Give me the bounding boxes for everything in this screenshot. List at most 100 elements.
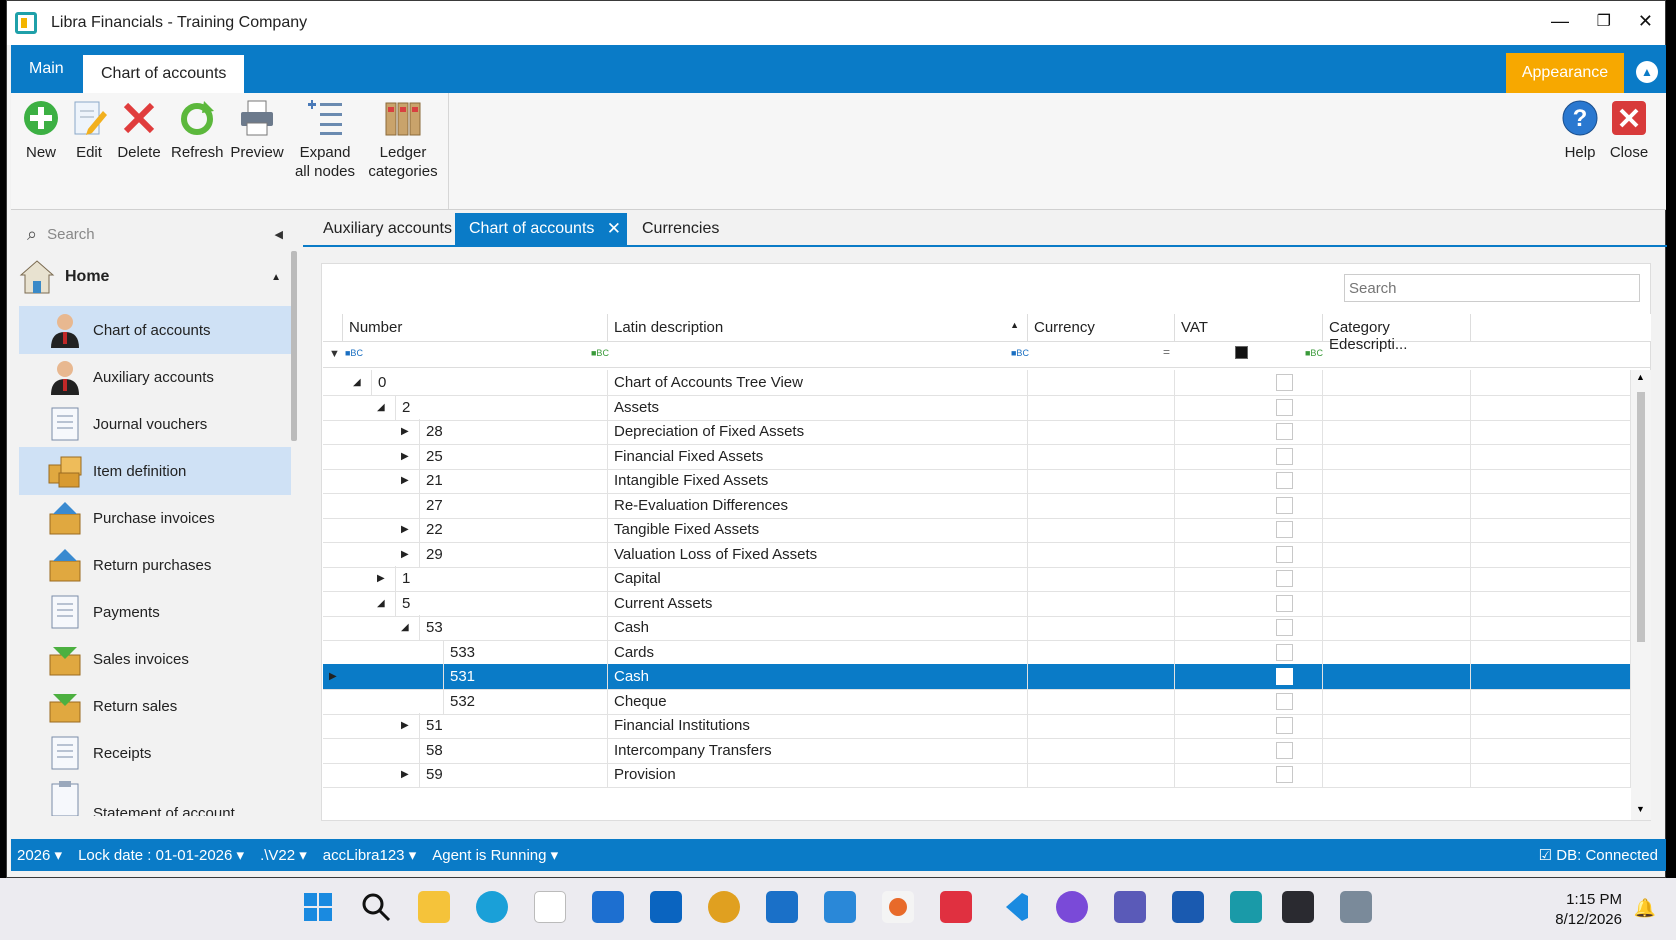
vat-checkbox[interactable] xyxy=(1276,668,1293,685)
column-header-category[interactable]: Category Edescripti... xyxy=(1323,314,1471,353)
tab-main[interactable]: Main xyxy=(11,45,82,93)
cell-number[interactable]: 533 xyxy=(443,639,608,666)
cell-currency[interactable] xyxy=(1028,664,1175,690)
grid-vertical-scrollbar[interactable]: ▲ ▼ xyxy=(1631,370,1651,820)
table-row[interactable]: ◢ 2 Assets xyxy=(323,394,1631,421)
expand-all-nodes-button[interactable]: Expand all nodes xyxy=(292,99,358,181)
cell-category[interactable] xyxy=(1323,590,1471,617)
cell-description[interactable]: Assets xyxy=(608,394,1028,421)
photos-icon[interactable] xyxy=(824,891,856,923)
cell-vat[interactable] xyxy=(1175,394,1323,421)
sidebar-item-payments[interactable]: Payments xyxy=(19,588,291,636)
cell-number[interactable]: 5 xyxy=(395,590,608,617)
cell-description[interactable]: Provision xyxy=(608,762,1028,788)
cell-number[interactable]: 29 xyxy=(419,541,608,568)
cell-number[interactable]: 58 xyxy=(419,737,608,764)
cell-currency[interactable] xyxy=(1028,517,1175,543)
vat-checkbox[interactable] xyxy=(1276,717,1293,734)
table-row[interactable]: ▶ 25 Financial Fixed Assets xyxy=(323,443,1631,470)
cell-description[interactable]: Chart of Accounts Tree View xyxy=(608,370,1028,396)
cell-description[interactable]: Cash xyxy=(608,615,1028,641)
vat-checkbox[interactable] xyxy=(1276,741,1293,759)
scroll-up-icon[interactable]: ▲ xyxy=(1636,372,1645,382)
cell-vat[interactable] xyxy=(1175,541,1323,568)
vat-checkbox[interactable] xyxy=(1276,594,1293,612)
cell-number[interactable]: 22 xyxy=(419,517,608,543)
refresh-button[interactable]: Refresh xyxy=(171,99,224,162)
windows-start-icon[interactable] xyxy=(302,891,334,923)
cell-description[interactable]: Financial Institutions xyxy=(608,713,1028,739)
collapse-sidebar-icon[interactable]: ◀ xyxy=(275,228,283,241)
sidebar-item-return-sales[interactable]: Return sales xyxy=(19,682,291,730)
word-icon[interactable] xyxy=(1172,891,1204,923)
cell-currency[interactable] xyxy=(1028,713,1175,739)
calculator-icon[interactable] xyxy=(1340,891,1372,923)
cell-number[interactable]: 21 xyxy=(419,468,608,494)
sidebar-search[interactable]: ⌕ Search ◀ xyxy=(17,219,287,249)
cell-category[interactable] xyxy=(1323,615,1471,641)
cell-category[interactable] xyxy=(1323,394,1471,421)
sidebar-item-statement-of-account[interactable]: Statement of account xyxy=(19,776,291,816)
edit-button[interactable]: Edit xyxy=(69,99,109,162)
restore-icon[interactable]: ❐ xyxy=(1597,11,1611,31)
close-window-icon[interactable]: ✕ xyxy=(1638,11,1653,32)
collapse-node-icon[interactable]: ◢ xyxy=(377,395,385,421)
cell-currency[interactable] xyxy=(1028,590,1175,617)
tab-auxiliary-accounts[interactable]: Auxiliary accounts xyxy=(309,213,466,245)
agent-status-selector[interactable]: Agent is Running ▾ xyxy=(432,846,558,864)
server-selector[interactable]: .\V22 ▾ xyxy=(260,846,307,864)
table-row[interactable]: ▶ 531 Cash xyxy=(323,664,1631,690)
text-filter-icon[interactable]: ■BC xyxy=(1011,348,1029,358)
cell-number[interactable]: 1 xyxy=(395,566,608,592)
cell-currency[interactable] xyxy=(1028,370,1175,396)
cell-currency[interactable] xyxy=(1028,737,1175,764)
vat-checkbox[interactable] xyxy=(1276,619,1293,636)
cell-number[interactable]: 51 xyxy=(419,713,608,739)
app-gem-icon[interactable] xyxy=(1056,891,1088,923)
table-row[interactable]: ▶ 28 Depreciation of Fixed Assets xyxy=(323,419,1631,445)
table-row[interactable]: 533 Cards xyxy=(323,639,1631,666)
cell-category[interactable] xyxy=(1323,468,1471,494)
cell-category[interactable] xyxy=(1323,370,1471,396)
notepad-icon[interactable] xyxy=(1230,891,1262,923)
cell-description[interactable]: Capital xyxy=(608,566,1028,592)
vat-checkbox[interactable] xyxy=(1276,374,1293,391)
cell-vat[interactable] xyxy=(1175,370,1323,396)
vat-checkbox[interactable] xyxy=(1276,643,1293,661)
libra-app-icon[interactable] xyxy=(1282,891,1314,923)
cell-currency[interactable] xyxy=(1028,639,1175,666)
cell-vat[interactable] xyxy=(1175,639,1323,666)
expand-node-icon[interactable]: ▶ xyxy=(401,542,409,568)
vat-checkbox[interactable] xyxy=(1276,766,1293,783)
mail-app-icon[interactable] xyxy=(592,891,624,923)
vscode-icon[interactable] xyxy=(998,891,1030,923)
cell-currency[interactable] xyxy=(1028,492,1175,519)
cell-currency[interactable] xyxy=(1028,762,1175,788)
cell-description[interactable]: Cards xyxy=(608,639,1028,666)
table-row[interactable]: ▶ 21 Intangible Fixed Assets xyxy=(323,468,1631,494)
cell-description[interactable]: Current Assets xyxy=(608,590,1028,617)
cell-category[interactable] xyxy=(1323,688,1471,715)
cell-currency[interactable] xyxy=(1028,541,1175,568)
cell-number[interactable]: 59 xyxy=(419,762,608,788)
expand-node-icon[interactable]: ▶ xyxy=(377,566,385,592)
cell-category[interactable] xyxy=(1323,737,1471,764)
expand-node-icon[interactable]: ▶ xyxy=(401,517,409,543)
new-button[interactable]: New xyxy=(19,99,63,162)
cell-category[interactable] xyxy=(1323,517,1471,543)
cell-vat[interactable] xyxy=(1175,664,1323,690)
collapse-node-icon[interactable]: ◢ xyxy=(401,615,409,641)
cell-vat[interactable] xyxy=(1175,566,1323,592)
text-filter-icon[interactable]: ■BC xyxy=(345,348,363,358)
sidebar-item-return-purchases[interactable]: Return purchases xyxy=(19,541,291,589)
sidebar-item-receipts[interactable]: Receipts xyxy=(19,729,291,777)
cell-number[interactable]: 27 xyxy=(419,492,608,519)
preview-button[interactable]: Preview xyxy=(229,99,285,162)
expand-node-icon[interactable]: ▶ xyxy=(401,762,409,788)
cell-vat[interactable] xyxy=(1175,419,1323,445)
table-row[interactable]: 27 Re-Evaluation Differences xyxy=(323,492,1631,519)
table-row[interactable]: 532 Cheque xyxy=(323,688,1631,715)
ledger-categories-button[interactable]: Ledger categories xyxy=(367,99,439,181)
cell-vat[interactable] xyxy=(1175,737,1323,764)
collapse-ribbon-icon[interactable]: ▲ xyxy=(1636,61,1658,83)
